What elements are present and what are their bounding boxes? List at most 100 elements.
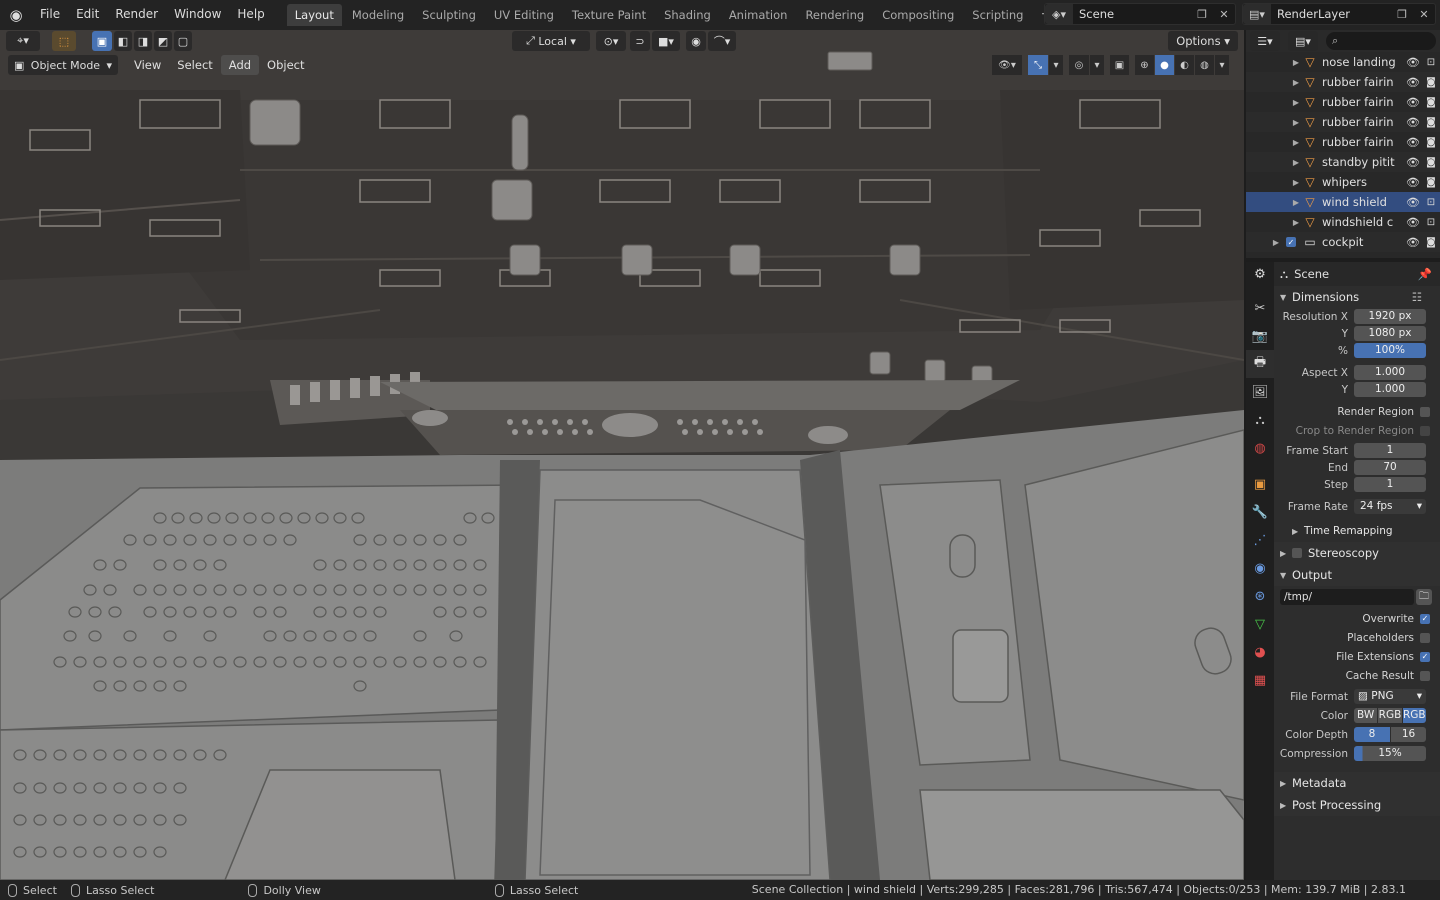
view-layer-tab-icon[interactable]: 🖼 — [1246, 378, 1274, 406]
chevron-down-icon[interactable]: ▾ — [1215, 55, 1229, 75]
post-processing-panel-header[interactable]: ▶ Post Processing — [1274, 794, 1440, 816]
compression-slider[interactable]: 15% — [1354, 746, 1426, 761]
particles-tab-icon[interactable]: ⋰ — [1246, 526, 1274, 554]
outliner-item-label[interactable]: rubber fairin — [1322, 95, 1404, 109]
outliner-row[interactable]: ▶ ✓ ▭ cockpit 👁 ◙ — [1246, 232, 1440, 252]
outliner-item-label[interactable]: rubber fairin — [1322, 135, 1404, 149]
file-extensions-checkbox[interactable]: ✓ — [1420, 651, 1430, 662]
stereoscopy-panel-header[interactable]: ▶ Stereoscopy — [1274, 542, 1440, 564]
file-extensions-row[interactable]: File Extensions ✓ — [1274, 647, 1440, 666]
resolution-x-field[interactable]: 1920 px — [1354, 309, 1426, 324]
outliner-row[interactable]: ▶ ▽ wind shield 👁 ⊡ — [1246, 192, 1440, 212]
mode-dropdown[interactable]: ▣ Object Mode ▾ — [8, 55, 118, 75]
aspect-x-field[interactable]: 1.000 — [1354, 365, 1426, 380]
eye-icon[interactable]: 👁 — [1404, 56, 1422, 69]
camera-icon[interactable]: ◙ — [1422, 137, 1440, 148]
menu-select[interactable]: Select — [169, 55, 220, 75]
chevron-right-icon[interactable]: ▶ — [1290, 198, 1302, 207]
modifier-tab-icon[interactable]: 🔧 — [1246, 498, 1274, 526]
tab-sculpting[interactable]: Sculpting — [414, 4, 484, 26]
outliner-item-label[interactable]: standby pitit — [1322, 155, 1404, 169]
blender-logo-icon[interactable]: ◉ — [0, 0, 32, 30]
color-bw-button[interactable]: BW — [1354, 708, 1378, 723]
overwrite-checkbox[interactable]: ✓ — [1420, 613, 1430, 624]
scene-name[interactable]: Scene — [1073, 7, 1191, 21]
physics-tab-icon[interactable]: ◉ — [1246, 554, 1274, 582]
frame-rate-dropdown[interactable]: 24 fps ▾ — [1354, 499, 1426, 514]
camera-icon[interactable]: ⊡ — [1422, 57, 1440, 68]
eye-icon[interactable]: 👁 — [1404, 196, 1422, 209]
view-layer-selector[interactable]: ▤▾ RenderLayer ❐ ✕ — [1242, 3, 1436, 25]
camera-icon[interactable]: ◙ — [1422, 117, 1440, 128]
tool-tab-icon[interactable]: ✂ — [1246, 294, 1274, 322]
outliner-item-label[interactable]: rubber fairin — [1322, 75, 1404, 89]
tab-layout[interactable]: Layout — [286, 4, 342, 26]
eye-icon[interactable]: 👁 — [1404, 216, 1422, 229]
outliner-row[interactable]: ▶ ▽ nose landing 👁 ⊡ — [1246, 52, 1440, 72]
falloff-icon[interactable]: ⌒▾ — [708, 31, 736, 51]
outliner-search-input[interactable]: ⌕ — [1326, 32, 1436, 50]
tab-compositing[interactable]: Compositing — [874, 4, 962, 26]
wireframe-shading-icon[interactable]: ⊕ — [1135, 55, 1154, 75]
menu-window[interactable]: Window — [166, 0, 229, 30]
menu-help[interactable]: Help — [229, 0, 272, 30]
color-depth-16-button[interactable]: 16 — [1391, 727, 1426, 742]
time-remapping-header[interactable]: ▶ Time Remapping — [1274, 520, 1440, 542]
outliner-row[interactable]: ▶ ▽ rubber fairin 👁 ◙ — [1246, 112, 1440, 132]
snap-target-icon[interactable]: ■▾ — [652, 31, 680, 51]
chevron-right-icon[interactable]: ▶ — [1290, 58, 1302, 67]
outliner-item-label[interactable]: nose landing — [1322, 55, 1404, 69]
eye-icon[interactable]: 👁 — [1404, 156, 1422, 169]
dimensions-panel-header[interactable]: ▼ Dimensions ☷ — [1274, 286, 1440, 308]
outliner-item-label[interactable]: wind shield — [1322, 195, 1404, 209]
tab-animation[interactable]: Animation — [721, 4, 796, 26]
render-tab-icon[interactable]: 📷 — [1246, 322, 1274, 350]
outliner-row[interactable]: ▶ ▽ rubber fairin 👁 ◙ — [1246, 72, 1440, 92]
tab-scripting[interactable]: Scripting — [964, 4, 1031, 26]
chevron-right-icon[interactable]: ▶ — [1270, 238, 1282, 247]
outliner-item-label[interactable]: cockpit — [1322, 235, 1404, 249]
select-extend-icon[interactable]: ◧ — [114, 31, 132, 51]
file-format-dropdown[interactable]: ▨ PNG ▾ — [1354, 689, 1426, 704]
delete-scene-icon[interactable]: ✕ — [1213, 4, 1235, 24]
outliner-row[interactable]: ▶ ▽ whipers 👁 ◙ — [1246, 172, 1440, 192]
gizmo-icon[interactable]: ⤡ — [1028, 55, 1048, 75]
select-subtract-icon[interactable]: ◨ — [134, 31, 152, 51]
camera-icon[interactable]: ◙ — [1422, 77, 1440, 88]
resolution-y-field[interactable]: 1080 px — [1354, 326, 1426, 341]
render-region-row[interactable]: Render Region — [1274, 402, 1440, 421]
frame-start-field[interactable]: 1 — [1354, 443, 1426, 458]
presets-icon[interactable]: ☷ — [1412, 290, 1422, 304]
chevron-down-icon[interactable]: ▾ — [1049, 55, 1063, 75]
chevron-right-icon[interactable]: ▶ — [1290, 158, 1302, 167]
chevron-right-icon[interactable]: ▶ — [1290, 138, 1302, 147]
placeholders-row[interactable]: Placeholders — [1274, 628, 1440, 647]
camera-icon[interactable]: ⊡ — [1422, 217, 1440, 228]
color-depth-8-button[interactable]: 8 — [1354, 727, 1390, 742]
output-panel-header[interactable]: ▼ Output — [1274, 564, 1440, 586]
menu-object[interactable]: Object — [259, 55, 312, 75]
tab-rendering[interactable]: Rendering — [797, 4, 872, 26]
new-scene-icon[interactable]: ❐ — [1191, 4, 1213, 24]
color-rgb-button[interactable]: RGB — [1378, 708, 1402, 723]
outliner-item-label[interactable]: rubber fairin — [1322, 115, 1404, 129]
stereoscopy-checkbox[interactable] — [1292, 548, 1302, 558]
snap-icon[interactable]: ⊃ — [630, 31, 650, 51]
outliner-item-label[interactable]: whipers — [1322, 175, 1404, 189]
outliner-row[interactable]: ▶ ▽ windshield c 👁 ⊡ — [1246, 212, 1440, 232]
solid-shading-icon[interactable]: ● — [1155, 55, 1174, 75]
eye-icon[interactable]: 👁 — [1404, 96, 1422, 109]
cache-result-checkbox[interactable] — [1420, 670, 1430, 681]
pin-icon[interactable]: 📌 — [1418, 267, 1432, 281]
camera-icon[interactable]: ⊡ — [1422, 197, 1440, 208]
frame-end-field[interactable]: 70 — [1354, 460, 1426, 475]
3d-viewport[interactable]: ⌖▾ ⬚ ▣ ◧ ◨ ◩ ▢ ⤢ Local ▾ ⊙▾ ⊃ ■▾ ◉ ⌒▾ Op… — [0, 30, 1244, 880]
resolution-percent-field[interactable]: 100% — [1354, 343, 1426, 358]
output-path-input[interactable]: /tmp/ — [1280, 589, 1414, 605]
tab-uv-editing[interactable]: UV Editing — [486, 4, 562, 26]
select-new-icon[interactable]: ▣ — [92, 31, 112, 51]
chevron-right-icon[interactable]: ▶ — [1290, 98, 1302, 107]
rendered-shading-icon[interactable]: ◍ — [1195, 55, 1214, 75]
menu-edit[interactable]: Edit — [68, 0, 107, 30]
select-tool-icon[interactable]: ⬚ — [52, 31, 76, 51]
